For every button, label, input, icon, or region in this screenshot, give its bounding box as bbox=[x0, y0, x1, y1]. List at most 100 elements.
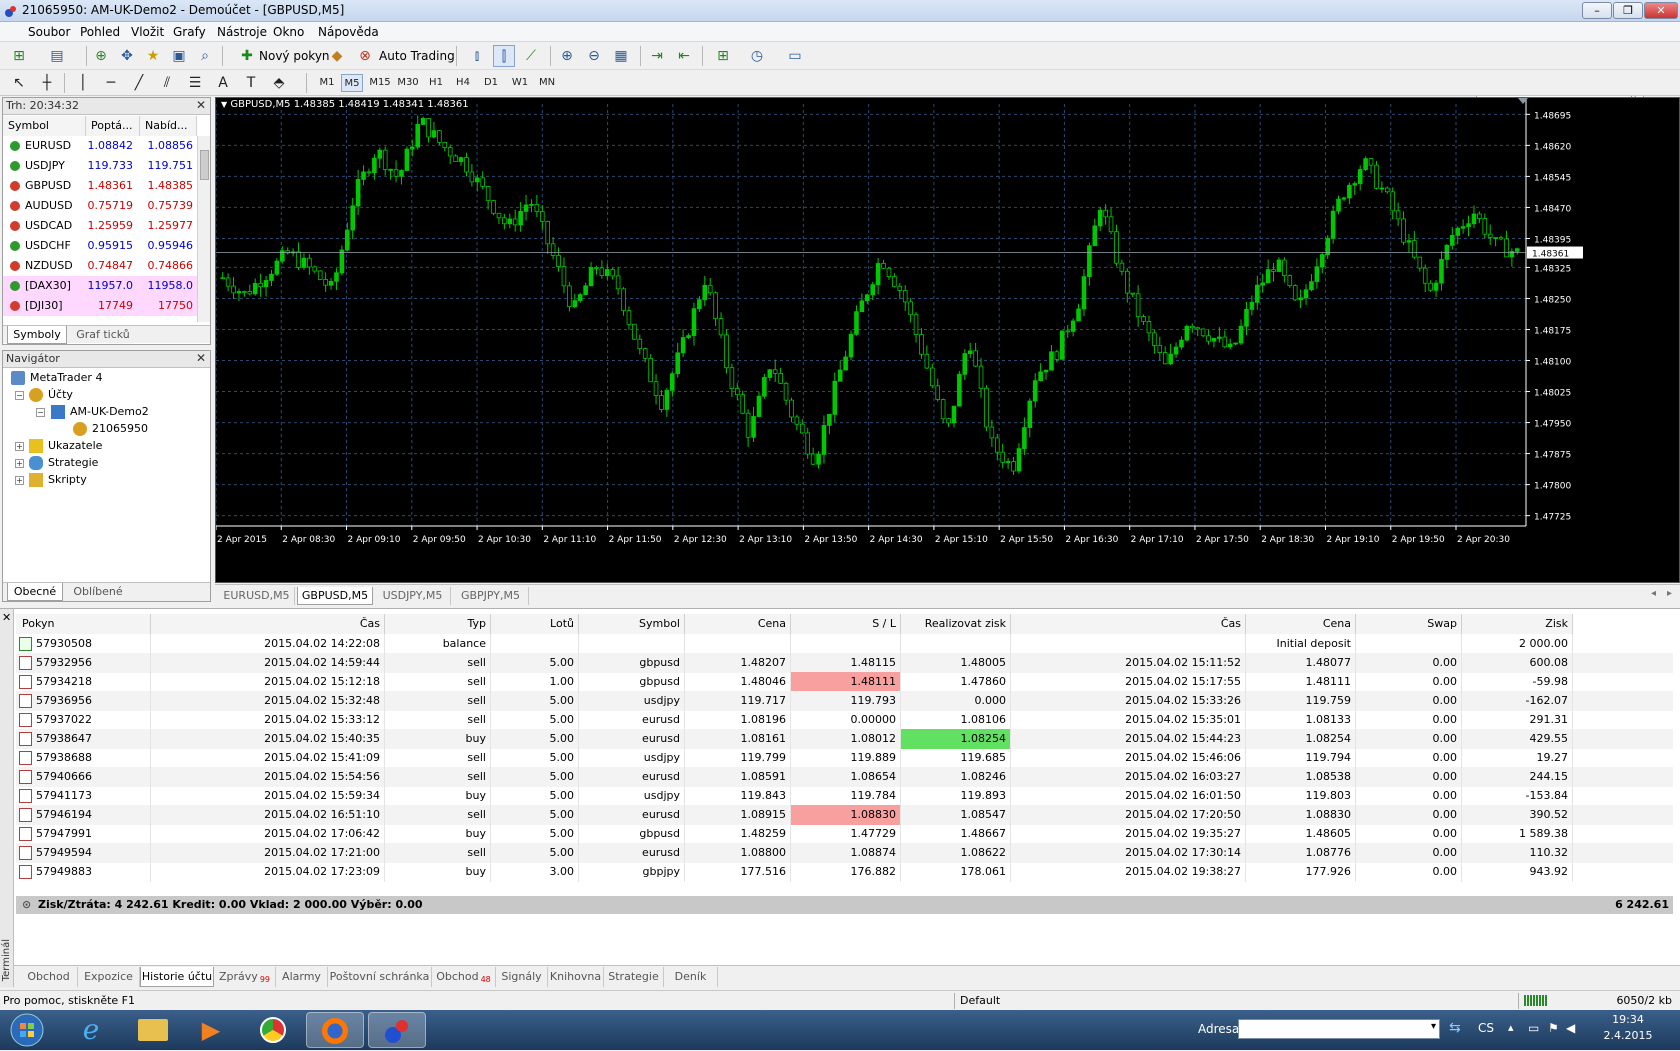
navigator-icon[interactable]: ★ bbox=[142, 45, 164, 67]
new-chart-icon[interactable]: ⊞ bbox=[8, 45, 30, 67]
start-button[interactable] bbox=[0, 1012, 54, 1048]
nav-server[interactable]: AM-UK-Demo2 bbox=[51, 403, 149, 421]
cursor-icon[interactable]: ↖ bbox=[8, 72, 30, 94]
nav-accounts[interactable]: Účty bbox=[29, 386, 73, 404]
arrows-icon[interactable]: ⬘ bbox=[268, 72, 290, 94]
indicators-icon[interactable]: ⊞ bbox=[712, 45, 734, 67]
timeframe-d1[interactable]: D1 bbox=[480, 74, 502, 92]
table-row[interactable]: 57938688 2015.04.02 15:41:09 sell 5.00 usdjp… bbox=[16, 748, 1673, 768]
timeframe-h1[interactable]: H1 bbox=[425, 74, 447, 92]
profiles-icon[interactable]: ▤ bbox=[46, 45, 68, 67]
go-icon[interactable]: ⇆ bbox=[1449, 1020, 1461, 1036]
terminal-header-type[interactable]: Typ bbox=[385, 614, 491, 634]
terminal-tab-4[interactable]: Alarmy bbox=[276, 967, 328, 987]
timeframe-m30[interactable]: M30 bbox=[395, 74, 421, 92]
text-icon[interactable]: A bbox=[212, 72, 234, 94]
language-indicator[interactable]: CS bbox=[1478, 1021, 1494, 1035]
table-row[interactable]: 57949594 2015.04.02 17:21:00 sell 5.00 eurus… bbox=[16, 843, 1673, 863]
tray-network-icon[interactable]: ▭ bbox=[1528, 1021, 1539, 1035]
minimize-button[interactable]: – bbox=[1582, 2, 1612, 19]
crosshair-icon[interactable]: ┼ bbox=[36, 72, 58, 94]
table-row[interactable]: 57936956 2015.04.02 15:32:48 sell 5.00 usdjp… bbox=[16, 691, 1673, 711]
mw-row[interactable]: USDCAD 1.25959 1.25977 bbox=[3, 216, 197, 236]
mw-header-ask[interactable]: Nabíd... bbox=[140, 116, 197, 136]
chart-collapse-icon[interactable]: ▼ bbox=[221, 100, 227, 109]
vertical-line-icon[interactable]: │ bbox=[72, 72, 94, 94]
zoom-in-icon[interactable]: ⊕ bbox=[556, 45, 578, 67]
expand-icon[interactable]: + bbox=[15, 459, 24, 468]
market-watch-icon[interactable]: ⊕ bbox=[90, 45, 112, 67]
close-button[interactable]: ✕ bbox=[1644, 2, 1678, 19]
data-window-icon[interactable]: ✥ bbox=[116, 45, 138, 67]
terminal-header-sl[interactable]: S / L bbox=[791, 614, 901, 634]
candlestick-chart-icon[interactable]: ⫿ bbox=[493, 45, 515, 67]
timeframe-m1[interactable]: M1 bbox=[316, 74, 338, 92]
new-order-icon[interactable]: ✚ bbox=[236, 45, 258, 67]
menu-vlozit[interactable]: Vložit bbox=[131, 25, 164, 39]
mw-row[interactable]: [DAX30] 11957.0 11958.0 bbox=[3, 276, 197, 296]
address-dropdown-icon[interactable]: ▾ bbox=[1431, 1021, 1436, 1032]
horizontal-line-icon[interactable]: ─ bbox=[100, 72, 122, 94]
table-row[interactable]: 57940666 2015.04.02 15:54:56 sell 5.00 eurus… bbox=[16, 767, 1673, 787]
tray-volume-icon[interactable]: ◀ bbox=[1566, 1021, 1575, 1035]
menu-grafy[interactable]: Grafy bbox=[173, 25, 206, 39]
tray-flag-icon[interactable]: ⚑ bbox=[1548, 1021, 1559, 1035]
terminal-tab-5[interactable]: Poštovní schránka bbox=[328, 967, 432, 987]
nav-strategies[interactable]: Strategie bbox=[29, 454, 98, 472]
timeframe-w1[interactable]: W1 bbox=[508, 74, 532, 92]
nav-account-number[interactable]: 21065950 bbox=[73, 420, 148, 438]
terminal-tab-10[interactable]: Deník bbox=[664, 967, 718, 987]
strategy-tester-icon[interactable]: ⌕ bbox=[194, 45, 216, 67]
timeframe-mn[interactable]: MN bbox=[535, 74, 559, 92]
table-row[interactable]: 57947991 2015.04.02 17:06:42 buy 5.00 gbpusd… bbox=[16, 824, 1673, 844]
table-row[interactable]: 57938647 2015.04.02 15:40:35 buy 5.00 eurusd… bbox=[16, 729, 1673, 749]
taskbar-firefox[interactable] bbox=[306, 1012, 364, 1048]
table-row[interactable]: 57930508 2015.04.02 14:22:08 balance Initia… bbox=[16, 634, 1673, 654]
maximize-button[interactable]: ❐ bbox=[1613, 2, 1643, 19]
address-input[interactable]: ▾ bbox=[1238, 1019, 1440, 1039]
terminal-header-price[interactable]: Cena bbox=[685, 614, 791, 634]
terminal-tab-0[interactable]: Obchod bbox=[20, 967, 78, 987]
clock-date[interactable]: 2.4.2015 bbox=[1598, 1029, 1658, 1042]
terminal-header-profit[interactable]: Zisk bbox=[1462, 614, 1573, 634]
tray-expand-icon[interactable]: ▴ bbox=[1508, 1021, 1514, 1034]
metaeditor-icon[interactable]: ◆ bbox=[326, 45, 348, 67]
terminal-header-symbol[interactable]: Symbol bbox=[579, 614, 685, 634]
chart-tab-gbpjpy[interactable]: GBPJPY,M5 bbox=[453, 587, 529, 605]
terminal-header-tp[interactable]: Realizovat zisk bbox=[901, 614, 1011, 634]
templates-icon[interactable]: ▭ bbox=[784, 45, 806, 67]
mw-row[interactable]: [DJI30] 17749 17750 bbox=[3, 296, 197, 316]
mw-header-symbol[interactable]: Symbol bbox=[3, 116, 86, 136]
close-market-watch-icon[interactable]: ✕ bbox=[196, 98, 206, 112]
nav-metatrader[interactable]: MetaTrader 4 bbox=[11, 369, 102, 387]
nav-scripts[interactable]: Skripty bbox=[29, 471, 87, 489]
terminal-tab-7[interactable]: Signály bbox=[496, 967, 548, 987]
terminal-tab-9[interactable]: Strategie bbox=[604, 967, 664, 987]
menu-nastroje[interactable]: Nástroje bbox=[217, 25, 267, 39]
menu-okno[interactable]: Okno bbox=[273, 25, 304, 39]
terminal-header-lots[interactable]: Lotů bbox=[491, 614, 579, 634]
terminal-tab-2[interactable]: Historie účtu bbox=[140, 967, 214, 987]
zoom-out-icon[interactable]: ⊖ bbox=[583, 45, 605, 67]
mw-scrollbar[interactable] bbox=[197, 136, 210, 322]
timeframe-m5[interactable]: M5 bbox=[341, 74, 363, 92]
chart-tab-gbpusd[interactable]: GBPUSD,M5 bbox=[297, 587, 373, 605]
taskbar-chrome[interactable] bbox=[244, 1012, 302, 1048]
menu-pohled[interactable]: Pohled bbox=[80, 25, 120, 39]
auto-scroll-icon[interactable]: ⇥ bbox=[646, 45, 668, 67]
clock-time[interactable]: 19:34 bbox=[1598, 1013, 1658, 1026]
mw-row[interactable]: USDJPY 119.733 119.751 bbox=[3, 156, 197, 176]
mw-row[interactable]: USDCHF 0.95915 0.95946 bbox=[3, 236, 197, 256]
table-row[interactable]: 57934218 2015.04.02 15:12:18 sell 1.00 gbpus… bbox=[16, 672, 1673, 692]
table-row[interactable]: 57937022 2015.04.02 15:33:12 sell 5.00 eurus… bbox=[16, 710, 1673, 730]
timeframe-m15[interactable]: M15 bbox=[367, 74, 393, 92]
close-terminal-icon[interactable]: ✕ bbox=[2, 611, 11, 624]
terminal-header-cprice[interactable]: Cena bbox=[1246, 614, 1356, 634]
terminal-icon[interactable]: ▣ bbox=[168, 45, 190, 67]
terminal-header-swap[interactable]: Swap bbox=[1356, 614, 1462, 634]
chart-tab-eurusd[interactable]: EURUSD,M5 bbox=[219, 587, 295, 605]
menu-napoveda[interactable]: Nápověda bbox=[318, 25, 379, 39]
collapse-icon[interactable]: − bbox=[36, 408, 45, 417]
menu-soubor[interactable]: Soubor bbox=[28, 25, 70, 39]
nav-indicators[interactable]: Ukazatele bbox=[29, 437, 102, 455]
